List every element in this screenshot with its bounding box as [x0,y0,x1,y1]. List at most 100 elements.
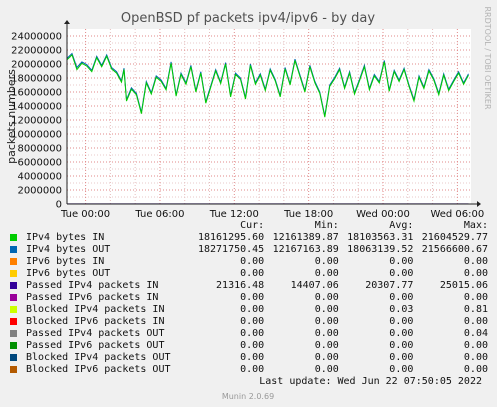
legend-cur: 0.00 [240,328,265,339]
legend-max: 0.00 [463,352,488,363]
legend-min: 0.00 [314,340,339,351]
legend-header-max: Max: [463,220,488,231]
legend-cur: 0.00 [240,316,265,327]
x-tick-label: Wed 00:00 [356,209,410,220]
legend-color-swatch [10,341,17,349]
legend-avg: 18063139.52 [347,244,414,255]
legend-color-swatch [10,317,17,325]
y-tick-label: 6000000 [17,158,62,169]
legend-row: Passed IPv6 packets IN 0.00 0.00 0.00 0.00 [10,292,488,304]
legend-max: 0.00 [463,340,488,351]
legend-cur: 21316.48 [216,280,265,291]
legend-header-swatch [10,220,19,232]
legend-swatch-cell [10,292,19,304]
legend-swatch-cell [10,316,19,328]
legend-min: 0.00 [314,268,339,279]
legend-avg: 0.00 [389,364,414,375]
y-tick-label: 12000000 [11,116,62,127]
legend-name: Blocked IPv4 packets IN [26,304,165,315]
legend-name: Passed IPv6 packets IN [26,292,159,303]
legend-cur: 18161295.60 [197,232,265,243]
y-tick-label: 24000000 [11,32,62,43]
legend-swatch-cell [10,328,19,340]
legend-cur: 0.00 [240,268,265,279]
legend-avg: 0.00 [389,268,414,279]
y-tick-label: 22000000 [11,46,62,57]
legend-table: Cur: Min: Avg: Max: IPv4 bytes IN 1816129… [10,220,488,376]
legend-color-swatch [10,329,17,337]
legend-name: Passed IPv4 packets OUT [26,328,165,339]
plot-area: 0200000040000006000000800000010000000120… [11,20,484,220]
legend-name: IPv4 bytes OUT [26,244,111,255]
legend-min: 0.00 [314,364,339,375]
last-update-text: Last update: Wed Jun 22 07:50:05 2022 [259,376,482,387]
legend-header-name [19,220,190,232]
legend-color-swatch [10,353,17,361]
legend-min: 12161389.87 [272,232,339,243]
legend-swatch-cell [10,352,19,364]
legend-name: Passed IPv4 packets IN [26,280,159,291]
legend-max: 0.00 [463,256,488,267]
legend-min: 0.00 [314,352,339,363]
legend-max: 0.81 [463,304,488,315]
legend-color-swatch [10,365,17,373]
x-tick-label: Tue 00:00 [60,209,110,220]
legend-row: Passed IPv6 packets OUT 0.00 0.00 0.00 0.00 [10,340,488,352]
legend-row: Passed IPv4 packets OUT 0.00 0.00 0.00 0.04 [10,328,488,340]
legend-max: 21604529.77 [421,232,488,243]
legend-name: Blocked IPv4 packets OUT [26,352,171,363]
legend-swatch-cell [10,232,19,244]
y-tick-label: 20000000 [11,60,62,71]
legend-color-swatch [10,233,17,241]
legend-name: Blocked IPv6 packets IN [26,316,165,327]
legend-swatch-cell [10,364,19,376]
legend-header-min: Min: [314,220,339,231]
x-tick-label: Tue 12:00 [209,209,259,220]
legend-color-swatch [10,257,17,265]
legend-name: IPv6 bytes IN [26,256,105,267]
legend-color-swatch [10,245,17,253]
legend-cur: 0.00 [240,304,265,315]
y-tick-label: 14000000 [11,102,62,113]
legend-avg: 0.00 [389,292,414,303]
legend-avg: 0.00 [389,352,414,363]
legend-avg: 0.03 [389,304,414,315]
legend-avg: 0.00 [389,340,414,351]
legend-min: 12167163.89 [272,244,339,255]
y-tick-label: 10000000 [11,130,62,141]
legend-avg: 0.00 [389,328,414,339]
legend-row: Blocked IPv6 packets OUT 0.00 0.00 0.00 0.00 [10,364,488,376]
legend-cur: 18271750.45 [197,244,265,255]
legend-max: 0.04 [463,328,488,339]
legend-color-swatch [10,305,17,313]
legend-swatch-cell [10,280,19,292]
legend-min: 0.00 [314,256,339,267]
y-tick-label: 16000000 [11,88,62,99]
legend-max: 0.00 [463,316,488,327]
x-tick-label: Tue 18:00 [283,209,333,220]
legend-header-row: Cur: Min: Avg: Max: [10,220,488,232]
legend-row: Blocked IPv4 packets IN 0.00 0.00 0.03 0.81 [10,304,488,316]
x-axis-arrow [477,201,481,207]
plot-background [67,29,471,204]
legend-name: IPv6 bytes OUT [26,268,111,279]
legend-max: 21566600.67 [421,244,488,255]
legend-cur: 0.00 [240,292,265,303]
legend-max: 25015.06 [439,280,488,291]
legend-avg: 0.00 [389,316,414,327]
y-tick-label: 4000000 [17,172,62,183]
legend-name: IPv4 bytes IN [26,232,105,243]
legend-avg: 20307.77 [365,280,414,291]
legend-row: Blocked IPv6 packets IN 0.00 0.00 0.00 0.00 [10,316,488,328]
x-tick-label: Wed 06:00 [430,209,484,220]
y-axis-arrow [64,20,70,24]
legend-avg: 18103563.31 [347,232,414,243]
legend-swatch-cell [10,304,19,316]
legend-min: 0.00 [314,304,339,315]
legend-min: 0.00 [314,292,339,303]
legend-name: Passed IPv6 packets OUT [26,340,165,351]
legend-avg: 0.00 [389,256,414,267]
rrdtool-side-label: RRDTOOL / TOBI OETIKER [483,6,492,109]
legend-color-swatch [10,269,17,277]
munin-version-footer: Munin 2.0.69 [222,392,274,401]
